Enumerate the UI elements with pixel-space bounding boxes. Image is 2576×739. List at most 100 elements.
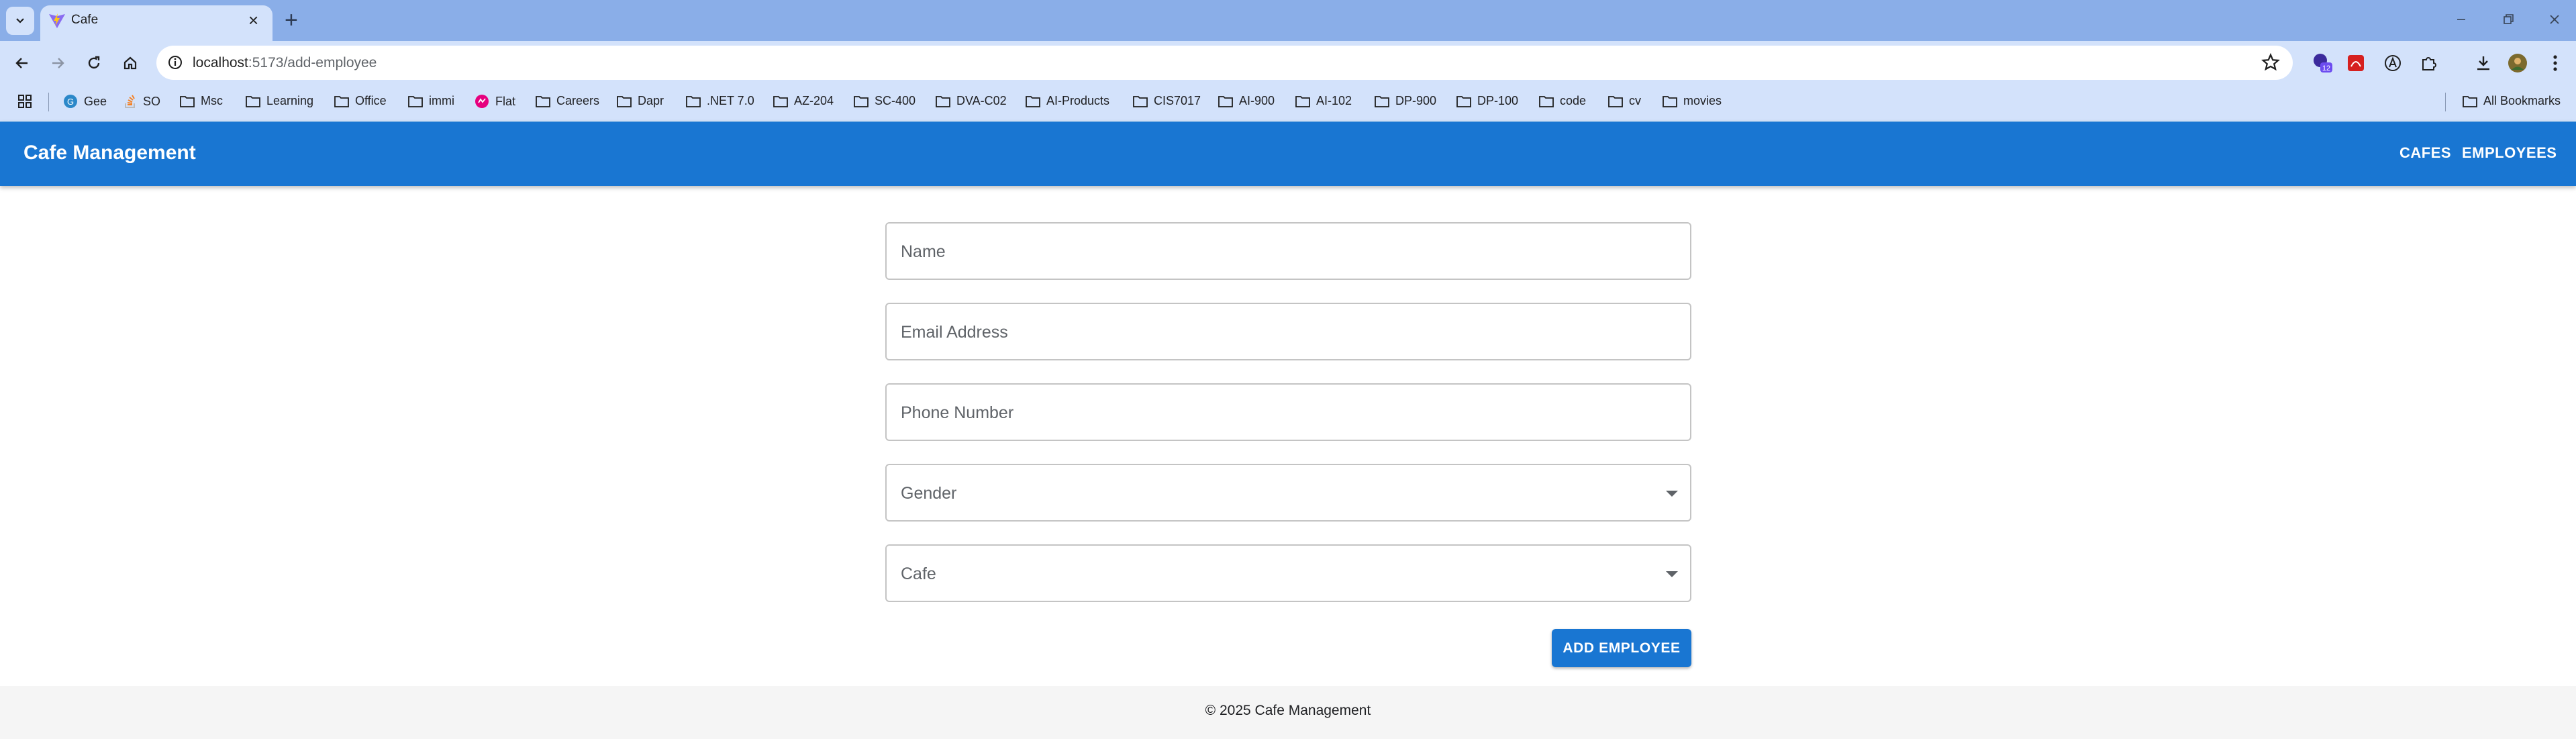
folder-icon	[1539, 95, 1554, 107]
close-window-icon[interactable]	[2544, 9, 2565, 30]
name-field-label: Name	[901, 242, 946, 261]
folder-icon	[1456, 95, 1471, 107]
apps-grid-icon[interactable]	[17, 94, 32, 109]
all-bookmarks-label: All Bookmarks	[2483, 94, 2561, 107]
footer: © 2025 Cafe Management	[0, 686, 2576, 739]
bookmark-folder[interactable]: cv	[1608, 94, 1641, 108]
phone-field[interactable]: Phone Number	[885, 383, 1691, 441]
address-host: localhost	[193, 55, 248, 70]
app-title: Cafe Management	[23, 142, 196, 164]
bookmark-folder[interactable]: .NET 7.0	[686, 94, 754, 108]
folder-icon	[1608, 95, 1623, 107]
download-icon[interactable]	[2471, 50, 2496, 76]
new-tab-icon[interactable]: +	[285, 9, 298, 32]
bookmark-label: AI-Products	[1046, 94, 1110, 107]
profile-avatar[interactable]	[2505, 50, 2530, 76]
bookmark-label: Careers	[556, 94, 600, 107]
bookmark-label: SC-400	[875, 94, 916, 107]
bookmark-folder[interactable]: Dapr	[617, 94, 664, 108]
bookmark-folder[interactable]: CIS7017	[1133, 94, 1201, 108]
accessibility-extension-icon[interactable]	[2380, 50, 2406, 76]
bookmark-folder[interactable]: AI-102	[1295, 94, 1352, 108]
menu-kebab-icon[interactable]	[2542, 50, 2568, 76]
tab-close-icon[interactable]: ×	[248, 11, 258, 29]
bookmark-label: Office	[355, 94, 387, 107]
reload-icon[interactable]	[81, 50, 107, 76]
bookmark-label: AI-900	[1239, 94, 1275, 107]
cafe-select-label: Cafe	[901, 564, 936, 583]
browser-tab-strip: Cafe × +	[0, 0, 2576, 41]
gender-select[interactable]: Gender	[885, 464, 1691, 522]
home-icon[interactable]	[117, 50, 143, 76]
phone-field-label: Phone Number	[901, 403, 1014, 422]
bookmark-label: DP-900	[1395, 94, 1437, 107]
bookmark-folder[interactable]: movies	[1663, 94, 1722, 108]
bookmark-folder[interactable]: AI-900	[1218, 94, 1275, 108]
bookmark-item[interactable]: G Gee	[63, 94, 107, 109]
bookmark-folder[interactable]: Learning	[246, 94, 313, 108]
bookmark-label: .NET 7.0	[707, 94, 754, 107]
bookmark-label: movies	[1683, 94, 1722, 107]
all-bookmarks-folder[interactable]: All Bookmarks	[2463, 94, 2561, 108]
gender-select-label: Gender	[901, 484, 957, 503]
address-bar[interactable]: localhost:5173/add-employee	[156, 46, 2293, 80]
bookmarks-divider	[48, 93, 49, 111]
vite-favicon-icon	[49, 13, 65, 28]
folder-icon	[617, 95, 632, 107]
bookmarks-divider	[2445, 93, 2446, 111]
folder-icon	[773, 95, 788, 107]
bookmark-folder[interactable]: Office	[334, 94, 387, 108]
bookmark-label: DVA-C02	[956, 94, 1007, 107]
nav-cafes-link[interactable]: CAFES	[2399, 144, 2451, 162]
bookmark-folder[interactable]: Msc	[180, 94, 223, 108]
bookmark-folder[interactable]: DP-100	[1456, 94, 1518, 108]
cafe-select[interactable]: Cafe	[885, 544, 1691, 602]
nav-employees-link[interactable]: EMPLOYEES	[2462, 144, 2557, 162]
folder-icon	[180, 95, 195, 107]
folder-icon	[536, 95, 550, 107]
bookmark-item[interactable]: Flat	[475, 94, 515, 109]
bookmark-star-icon[interactable]	[2261, 52, 2281, 72]
address-url: localhost:5173/add-employee	[193, 55, 377, 71]
folder-icon	[686, 95, 701, 107]
bookmark-folder[interactable]: SC-400	[854, 94, 915, 108]
extension-badge-icon[interactable]: 12	[2310, 50, 2335, 76]
bookmark-label: Msc	[201, 94, 223, 107]
site-info-icon[interactable]	[167, 54, 183, 70]
tab-title: Cafe	[71, 13, 99, 27]
bookmark-folder[interactable]: AZ-204	[773, 94, 834, 108]
bookmark-label: AI-102	[1316, 94, 1352, 107]
bookmark-label: AZ-204	[794, 94, 834, 107]
app-bar: Cafe Management CAFES EMPLOYEES	[0, 121, 2576, 186]
pdf-extension-icon[interactable]	[2343, 50, 2369, 76]
folder-icon	[1375, 95, 1389, 107]
dropdown-arrow-icon	[1666, 571, 1678, 577]
extensions-puzzle-icon[interactable]	[2416, 50, 2442, 76]
browser-toolbar: localhost:5173/add-employee 12	[0, 41, 2576, 85]
bookmark-label: cv	[1629, 94, 1641, 107]
restore-icon[interactable]	[2498, 9, 2518, 30]
minimize-icon[interactable]	[2451, 9, 2471, 30]
bookmark-label: code	[1560, 94, 1587, 107]
bookmark-folder[interactable]: DP-900	[1375, 94, 1436, 108]
bookmark-folder[interactable]: DVA-C02	[936, 94, 1007, 108]
folder-icon	[854, 95, 869, 107]
dropdown-arrow-icon	[1666, 491, 1678, 497]
bookmark-folder[interactable]: immi	[408, 94, 454, 108]
folder-icon	[1133, 95, 1148, 107]
bookmark-folder[interactable]: Careers	[536, 94, 599, 108]
bookmark-label: immi	[429, 94, 454, 107]
name-field[interactable]: Name	[885, 222, 1691, 280]
bookmark-label: Dapr	[638, 94, 664, 107]
email-field-label: Email Address	[901, 323, 1008, 342]
bookmark-folder[interactable]: AI-Products	[1026, 94, 1109, 108]
bookmark-label: Gee	[84, 94, 107, 108]
bookmark-folder[interactable]: code	[1539, 94, 1586, 108]
flat-icon	[475, 95, 489, 108]
back-icon[interactable]	[9, 50, 35, 76]
email-field[interactable]: Email Address	[885, 303, 1691, 360]
forward-icon[interactable]	[45, 50, 70, 76]
add-employee-button[interactable]: ADD EMPLOYEE	[1552, 629, 1691, 667]
tab-search-button[interactable]	[6, 7, 34, 35]
bookmark-item[interactable]: SO	[123, 94, 160, 109]
